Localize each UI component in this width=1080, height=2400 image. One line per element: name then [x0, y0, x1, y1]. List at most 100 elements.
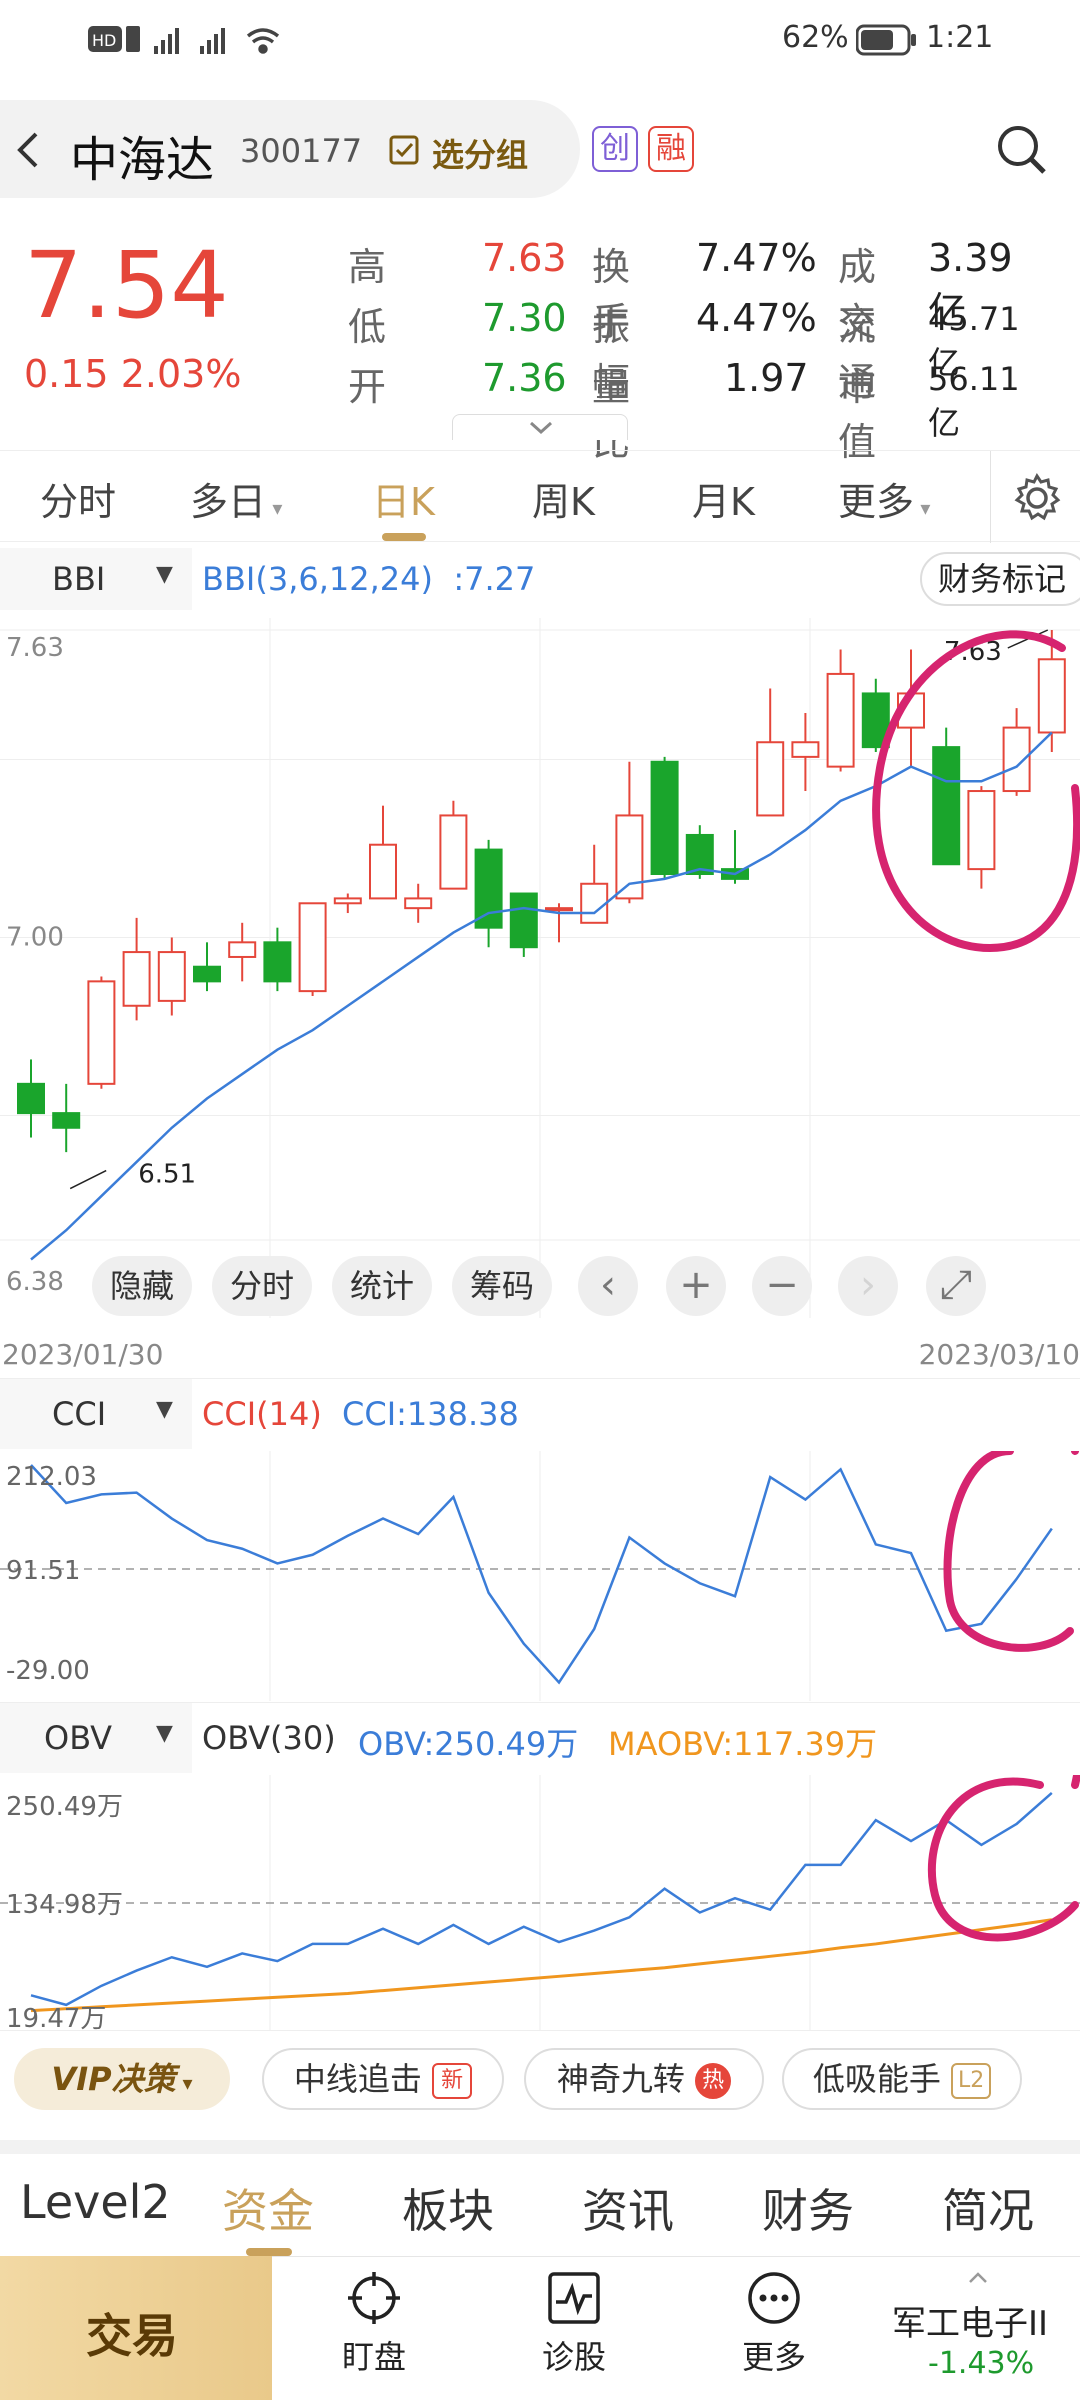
- obv-chart[interactable]: 250.49万 134.98万 19.47万: [0, 1775, 1080, 2031]
- annotation-circle: [927, 1775, 1080, 1942]
- trade-button[interactable]: 交易: [0, 2256, 272, 2400]
- finance-mark-button[interactable]: 财务标记: [920, 552, 1080, 606]
- cci-legend-param: CCI(14): [202, 1395, 322, 1433]
- fullscreen-icon[interactable]: ⤢: [926, 1256, 986, 1316]
- more-dots-icon: [748, 2272, 800, 2324]
- tab-daily-k[interactable]: 日K: [372, 471, 435, 526]
- dropdown-icon: ▼: [156, 1397, 173, 1422]
- stock-header: 中海达 300177 选分组: [0, 100, 580, 198]
- low-marker-label: 6.51: [138, 1160, 196, 1190]
- tag-chuang: 创: [592, 126, 638, 172]
- tab-finance[interactable]: 财务: [762, 2175, 854, 2241]
- cci-y-bottom: -29.00: [6, 1656, 90, 1686]
- 5g-signal-icon: [154, 28, 179, 54]
- battery-icon: [856, 24, 916, 56]
- obv-y-mid: 134.98万: [6, 1890, 123, 1920]
- obv-line: [30, 1792, 1053, 2007]
- tab-weekly-k[interactable]: 周K: [532, 471, 595, 526]
- feature-mid-line-chase[interactable]: 中线追击 新: [262, 2048, 504, 2110]
- level2-badge: L2: [951, 2063, 992, 2099]
- intraday-overlay-button[interactable]: 分时: [212, 1256, 312, 1316]
- candle-body: [263, 941, 292, 983]
- tab-more[interactable]: 更多 ▾: [838, 471, 930, 526]
- tag-rong: 融: [648, 126, 694, 172]
- chevron-up-icon: [969, 2272, 987, 2283]
- vip-decision-button[interactable]: VIP决策 ▾: [14, 2048, 230, 2110]
- tab-monthly-k[interactable]: 月K: [692, 471, 755, 526]
- y-label-bottom: 6.38: [6, 1267, 64, 1297]
- candle-body: [333, 897, 362, 905]
- nav-more[interactable]: 更多: [694, 2260, 854, 2378]
- nav-watch[interactable]: 盯盘: [294, 2260, 454, 2378]
- search-icon[interactable]: [994, 122, 1050, 178]
- indicator-selector-cci[interactable]: CCI ▼: [0, 1379, 192, 1449]
- expand-quote-handle[interactable]: [452, 414, 628, 440]
- pulse-chart-icon: [548, 2272, 600, 2324]
- y-label-mid: 7.00: [6, 922, 64, 952]
- tab-multiday[interactable]: 多日 ▾: [190, 471, 282, 526]
- back-icon[interactable]: [14, 130, 44, 170]
- sector-ticker[interactable]: 军工电子II -1.43%: [876, 2272, 1076, 2386]
- tab-funds[interactable]: 资金: [222, 2175, 314, 2241]
- gear-icon[interactable]: [1012, 473, 1062, 523]
- price-change-pct: 2.03%: [120, 352, 242, 396]
- svg-text:HD: HD: [92, 31, 116, 50]
- cci-y-mid: 91.51: [6, 1556, 80, 1586]
- zoom-out-icon[interactable]: −: [752, 1256, 812, 1316]
- candle-body: [298, 902, 327, 993]
- status-icons: HD: [88, 26, 280, 54]
- feature-low-buy[interactable]: 低吸能手 L2: [782, 2048, 1022, 2110]
- cci-y-top: 212.03: [6, 1462, 97, 1492]
- candle-body: [17, 1082, 45, 1115]
- hot-badge: 热: [695, 2063, 732, 2099]
- cci-panel: CCI ▼ CCI(14) CCI:138.38 212.03 91.51 -29.…: [0, 1378, 1080, 1701]
- nav-diagnose[interactable]: 诊股: [494, 2260, 654, 2378]
- checkbox-icon: [389, 135, 419, 165]
- candle-body: [369, 843, 397, 900]
- obv-legend-value: OBV:250.49万: [358, 1725, 579, 1763]
- candle-body: [474, 848, 503, 929]
- tab-intraday[interactable]: 分时: [40, 471, 116, 526]
- candle-body: [157, 951, 186, 1002]
- cci-chart[interactable]: 212.03 91.51 -29.00: [0, 1451, 1080, 1701]
- feature-magic-nine[interactable]: 神奇九转 热: [524, 2048, 764, 2110]
- candle-body: [932, 746, 961, 866]
- new-badge: 新: [432, 2063, 473, 2099]
- tab-news[interactable]: 资讯: [582, 2175, 674, 2241]
- dropdown-icon: ▼: [156, 562, 173, 587]
- candle-body: [228, 941, 257, 958]
- period-tabs: 分时 多日 ▾ 日K 周K 月K 更多 ▾: [0, 450, 1080, 543]
- date-start: 2023/01/30: [2, 1338, 164, 1371]
- indicator-selector-bbi[interactable]: BBI ▼: [0, 548, 192, 610]
- y-label-top: 7.63: [6, 633, 64, 663]
- tab-sector[interactable]: 板块: [402, 2175, 494, 2241]
- candle-body: [580, 882, 609, 924]
- hide-button[interactable]: 隐藏: [92, 1256, 192, 1316]
- candle-body: [650, 760, 679, 875]
- obv-panel: OBV ▼ OBV(30) OBV:250.49万 MAOBV:117.39万 …: [0, 1702, 1080, 2031]
- chip-distribution-button[interactable]: 筹码: [452, 1256, 552, 1316]
- chevron-left-icon[interactable]: ‹: [578, 1256, 638, 1316]
- candle-body: [87, 980, 116, 1085]
- quote-grid: 高 7.63 换手 7.47% 成交 3.39亿 低 7.30 振幅 4.47%…: [348, 236, 1020, 464]
- zoom-in-icon[interactable]: +: [666, 1256, 726, 1316]
- stock-name: 中海达: [70, 132, 215, 188]
- bbi-legend: BBI(3,6,12,24) :7.27: [202, 560, 536, 598]
- status-bar: HD 62% 1:21: [0, 0, 1080, 80]
- candle-body: [967, 790, 996, 871]
- candle-body: [509, 892, 538, 949]
- last-price: 7.54: [24, 232, 229, 339]
- tab-profile[interactable]: 简况: [942, 2175, 1034, 2241]
- battery-percent: 62%: [782, 20, 849, 55]
- obv-y-bottom: 19.47万: [6, 2004, 106, 2031]
- 4g-signal-icon: [200, 28, 225, 54]
- separator: [0, 2140, 1080, 2154]
- tab-level2[interactable]: Level2: [20, 2175, 171, 2229]
- indicator-selector-obv[interactable]: OBV ▼: [0, 1703, 192, 1773]
- chevron-right-icon: ›: [838, 1256, 898, 1316]
- obv-legend-param: OBV(30): [202, 1719, 336, 1757]
- candle-body: [545, 907, 573, 912]
- candle-body: [615, 814, 644, 900]
- statistics-button[interactable]: 统计: [332, 1256, 432, 1316]
- wifi-icon: [246, 28, 280, 54]
